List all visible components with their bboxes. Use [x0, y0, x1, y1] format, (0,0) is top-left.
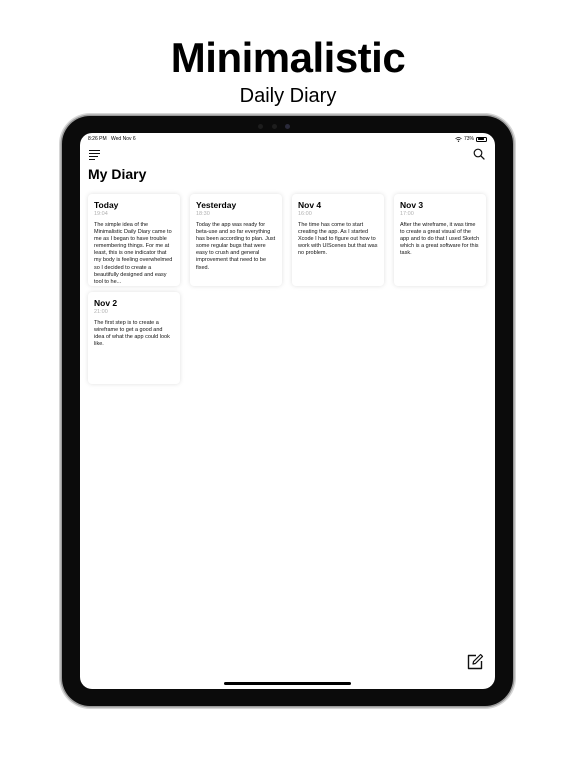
promo-title: Minimalistic	[170, 34, 406, 81]
entry-title: Today	[94, 200, 119, 210]
entry-title: Nov 3	[400, 200, 424, 210]
entry-time: 16:00	[298, 211, 312, 217]
sensor-dot	[258, 124, 263, 129]
entry-time: 17:00	[400, 211, 414, 217]
entry-time: 21:00	[94, 309, 108, 315]
entry-preview: Today the app was ready for beta-use and…	[196, 222, 276, 271]
entry-preview: After the wireframe, it was time to crea…	[400, 222, 480, 257]
promo-subtitle: Daily Diary	[239, 85, 337, 107]
wifi-icon	[455, 136, 462, 142]
battery-percentage: 73%	[463, 136, 474, 142]
status-date: Wed Nov 6	[111, 136, 136, 142]
status-time: 8:26 PM	[88, 136, 107, 142]
device-volume-down-button	[513, 182, 516, 204]
battery-icon	[476, 136, 487, 142]
entry-preview: The time has come to start creating the …	[298, 222, 378, 257]
app-screen: 8:26 PM Wed Nov 6 73% My Diary Today 19:…	[80, 133, 495, 689]
entry-title: Nov 2	[94, 298, 118, 308]
device-volume-up-button	[513, 155, 516, 177]
entry-preview: The first step is to create a wireframe …	[94, 320, 170, 348]
diary-entry-card[interactable]: Nov 3 17:00 After the wireframe, it was …	[394, 194, 486, 286]
entry-title: Nov 4	[298, 200, 322, 210]
diary-entry-card[interactable]: Today 19:04 The simple idea of the Minim…	[88, 194, 180, 286]
compose-icon[interactable]	[466, 653, 484, 671]
front-camera	[285, 124, 290, 129]
sensor-dot	[272, 124, 277, 129]
diary-entry-card[interactable]: Nov 2 21:00 The first step is to create …	[88, 292, 180, 384]
status-indicators: 73%	[455, 136, 487, 142]
entry-title: Yesterday	[196, 200, 237, 210]
entry-preview: The simple idea of the Minimalistic Dail…	[94, 222, 173, 285]
entry-time: 19:04	[94, 211, 108, 217]
diary-entry-card[interactable]: Nov 4 16:00 The time has come to start c…	[292, 194, 384, 286]
search-icon[interactable]	[473, 148, 485, 160]
status-bar: 8:26 PM Wed Nov 6 73%	[80, 133, 495, 145]
diary-entry-card[interactable]: Yesterday 18:30 Today the app was ready …	[190, 194, 282, 286]
home-indicator[interactable]	[224, 682, 351, 685]
entry-time: 18:30	[196, 211, 210, 217]
menu-icon[interactable]	[89, 150, 100, 160]
page-title: My Diary	[88, 166, 147, 182]
